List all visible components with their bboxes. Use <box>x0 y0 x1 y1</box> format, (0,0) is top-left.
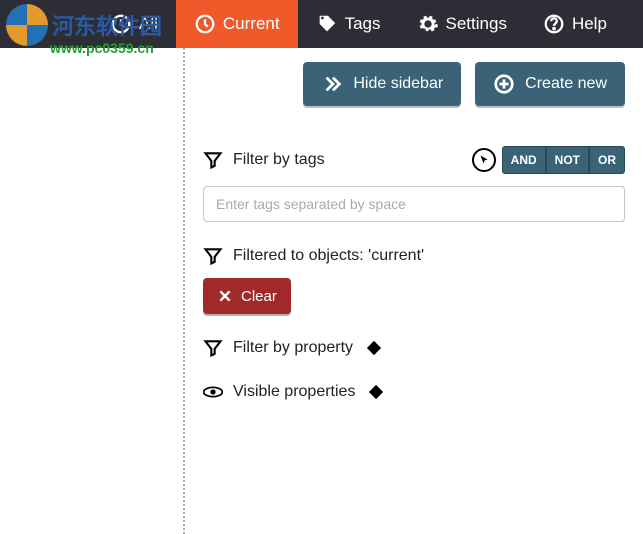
clear-button[interactable]: Clear <box>203 278 291 314</box>
logic-or-button[interactable]: OR <box>589 146 625 174</box>
nav-settings[interactable]: Settings <box>399 0 525 48</box>
logic-and-button[interactable]: AND <box>502 146 546 174</box>
chevrons-right-icon <box>321 73 343 95</box>
nav-current-label: Current <box>223 14 280 34</box>
action-row: Hide sidebar Create new <box>203 62 625 106</box>
filtered-objects-label: Filtered to objects: 'current' <box>233 247 424 265</box>
filter-icon <box>203 246 223 266</box>
nav-current[interactable]: Current <box>176 0 298 48</box>
filter-by-tags-header: Filter by tags AND NOT OR <box>203 146 625 174</box>
clock-icon <box>110 13 132 35</box>
filter-by-tags-section: Filter by tags AND NOT OR <box>203 146 625 222</box>
eye-icon <box>203 382 223 402</box>
hide-sidebar-button[interactable]: Hide sidebar <box>303 62 461 106</box>
nav-all[interactable]: All <box>0 0 176 48</box>
filter-by-tags-label: Filter by tags <box>233 151 325 169</box>
nav-settings-label: Settings <box>446 14 507 34</box>
logic-not-button[interactable]: NOT <box>546 146 589 174</box>
main-panel: Hide sidebar Create new Filter by tags <box>185 48 643 534</box>
nav-help[interactable]: Help <box>525 0 625 48</box>
clear-label: Clear <box>241 288 277 305</box>
create-new-label: Create new <box>525 75 607 93</box>
help-icon <box>543 13 565 35</box>
plus-circle-icon <box>493 73 515 95</box>
nav-all-label: All <box>139 14 158 34</box>
pointer-circle-icon[interactable] <box>472 148 496 172</box>
nav-tags[interactable]: Tags <box>298 0 399 48</box>
tags-input[interactable] <box>203 186 625 222</box>
left-gutter <box>0 48 185 534</box>
filter-icon <box>203 338 223 358</box>
diamond-icon <box>367 341 381 355</box>
filtered-objects-section: Filtered to objects: 'current' Clear <box>203 246 625 314</box>
logic-toggle-group: AND NOT OR <box>502 146 625 174</box>
filter-icon <box>203 150 223 170</box>
visible-properties-section[interactable]: Visible properties <box>203 382 625 402</box>
gear-icon <box>417 13 439 35</box>
top-nav: All Current Tags Settings Help <box>0 0 643 48</box>
visible-properties-label: Visible properties <box>233 383 355 401</box>
create-new-button[interactable]: Create new <box>475 62 625 106</box>
close-icon <box>217 288 233 304</box>
nav-help-label: Help <box>572 14 607 34</box>
filter-by-property-label: Filter by property <box>233 339 353 357</box>
clock-icon <box>194 13 216 35</box>
tag-icon <box>316 13 338 35</box>
filter-by-property-section[interactable]: Filter by property <box>203 338 625 358</box>
content-area: Hide sidebar Create new Filter by tags <box>0 48 643 534</box>
hide-sidebar-label: Hide sidebar <box>353 75 443 93</box>
diamond-icon <box>369 385 383 399</box>
nav-tags-label: Tags <box>345 14 381 34</box>
